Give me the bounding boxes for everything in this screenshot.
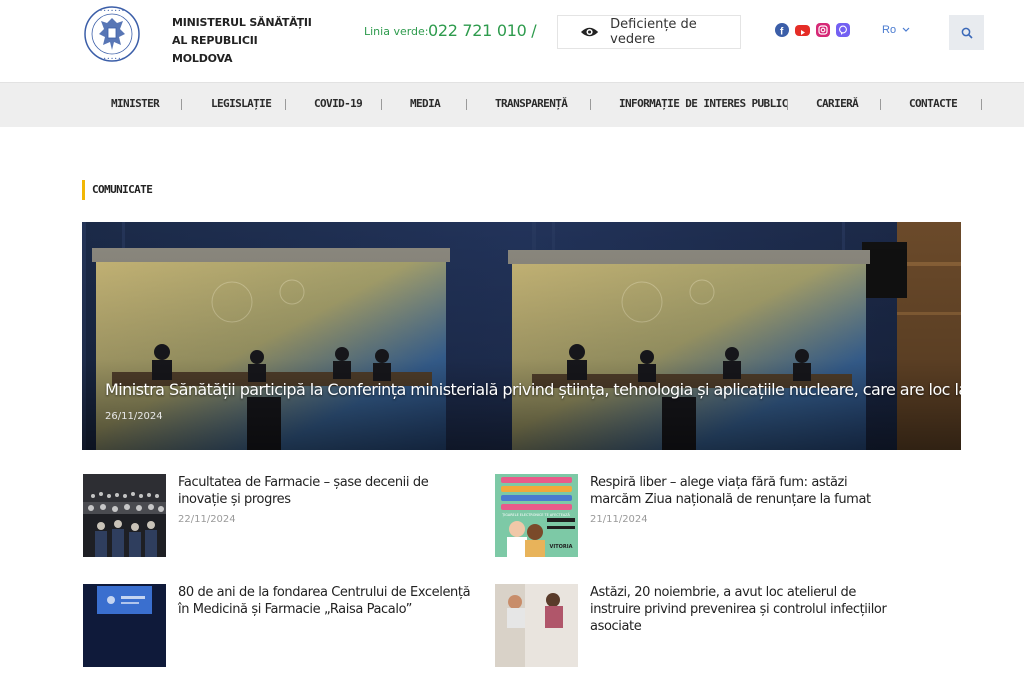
visual-impairment-button[interactable]: Deficiențe de vedere	[557, 15, 741, 49]
featured-news-image	[82, 222, 961, 450]
news-thumbnail[interactable]: VITORIA ȚIGARELE ELECTRONICE TE AFECTEAZ…	[495, 474, 578, 557]
nav-separator	[787, 99, 788, 110]
nav-separator	[466, 99, 467, 110]
nav-item-covid[interactable]: COVID-19	[314, 97, 363, 110]
news-item[interactable]: 80 de ani de la fondarea Centrului de Ex…	[83, 584, 473, 674]
nav-item-media[interactable]: MEDIA	[410, 97, 441, 110]
nav-item-contacte[interactable]: CONTACTE	[909, 97, 958, 110]
news-thumbnail[interactable]	[495, 584, 578, 667]
featured-news-date: 26/11/2024	[105, 411, 163, 422]
featured-news-card[interactable]: Ministra Sănătății participă la Conferin…	[82, 222, 961, 450]
language-label: Ro	[882, 24, 897, 36]
svg-text:f: f	[780, 27, 784, 38]
news-item[interactable]: VITORIA ȚIGARELE ELECTRONICE TE AFECTEAZ…	[495, 474, 885, 564]
nav-separator	[880, 99, 881, 110]
search-icon	[961, 27, 973, 39]
nav-separator	[981, 99, 982, 110]
news-title[interactable]: Respiră liber – alege viața fără fum: as…	[590, 474, 890, 508]
featured-news-title[interactable]: Ministra Sănătății participă la Conferin…	[105, 380, 961, 399]
social-links: f	[775, 23, 850, 38]
hotline-number[interactable]: 022 721 010 /	[428, 21, 537, 40]
nav-separator	[285, 99, 286, 110]
thumb-text: VITORIA	[550, 544, 573, 550]
nav-item-legislatie[interactable]: LEGISLAȚIE	[211, 97, 272, 110]
visual-impairment-label: Deficiențe de vedere	[610, 17, 697, 47]
news-title[interactable]: Facultatea de Farmacie – șase decenii de…	[178, 474, 478, 508]
news-title[interactable]: 80 de ani de la fondarea Centrului de Ex…	[178, 584, 478, 618]
news-thumbnail[interactable]	[83, 474, 166, 557]
ministry-name[interactable]: MINISTERUL SĂNĂTĂȚII AL REPUBLICII MOLDO…	[172, 14, 312, 68]
nav-separator	[181, 99, 182, 110]
nav-separator	[381, 99, 382, 110]
thumb-text: ȚIGARELE ELECTRONICE TE AFECTEAZĂ	[501, 512, 570, 517]
coat-of-arms-logo[interactable]: • • • • • • • • • • • • • •	[83, 3, 141, 65]
section-title: COMUNICATE	[82, 180, 153, 200]
language-selector[interactable]: Ro	[882, 24, 910, 36]
news-date: 22/11/2024	[178, 514, 236, 525]
news-date: 21/11/2024	[590, 514, 648, 525]
site-header: • • • • • • • • • • • • • • MINISTERUL S…	[0, 0, 1024, 82]
svg-text:• • • • • • •: • • • • • • •	[100, 56, 124, 61]
news-title[interactable]: Astăzi, 20 noiembrie, a avut loc atelier…	[590, 584, 890, 635]
nav-item-transparenta[interactable]: TRANSPARENȚĂ	[495, 97, 568, 110]
facebook-icon[interactable]: f	[775, 23, 789, 38]
viber-icon[interactable]	[836, 23, 850, 37]
svg-text:• • • • • • •: • • • • • • •	[100, 8, 124, 13]
eye-icon	[580, 27, 599, 37]
main-navigation: MINISTER LEGISLAȚIE COVID-19 MEDIA TRANS…	[0, 82, 1024, 127]
search-button[interactable]	[949, 15, 984, 50]
instagram-icon[interactable]	[816, 23, 830, 37]
nav-item-cariera[interactable]: CARIERĂ	[816, 97, 859, 110]
nav-item-informatie-publica[interactable]: INFORMAȚIE DE INTERES PUBLIC	[619, 97, 788, 110]
news-item[interactable]: Facultatea de Farmacie – șase decenii de…	[83, 474, 473, 564]
nav-separator	[590, 99, 591, 110]
youtube-icon[interactable]	[795, 25, 810, 36]
nav-item-minister[interactable]: MINISTER	[111, 97, 160, 110]
hotline-label: Linia verde:	[364, 25, 429, 38]
chevron-down-icon	[902, 27, 910, 32]
news-thumbnail[interactable]	[83, 584, 166, 667]
news-item[interactable]: Astăzi, 20 noiembrie, a avut loc atelier…	[495, 584, 887, 674]
